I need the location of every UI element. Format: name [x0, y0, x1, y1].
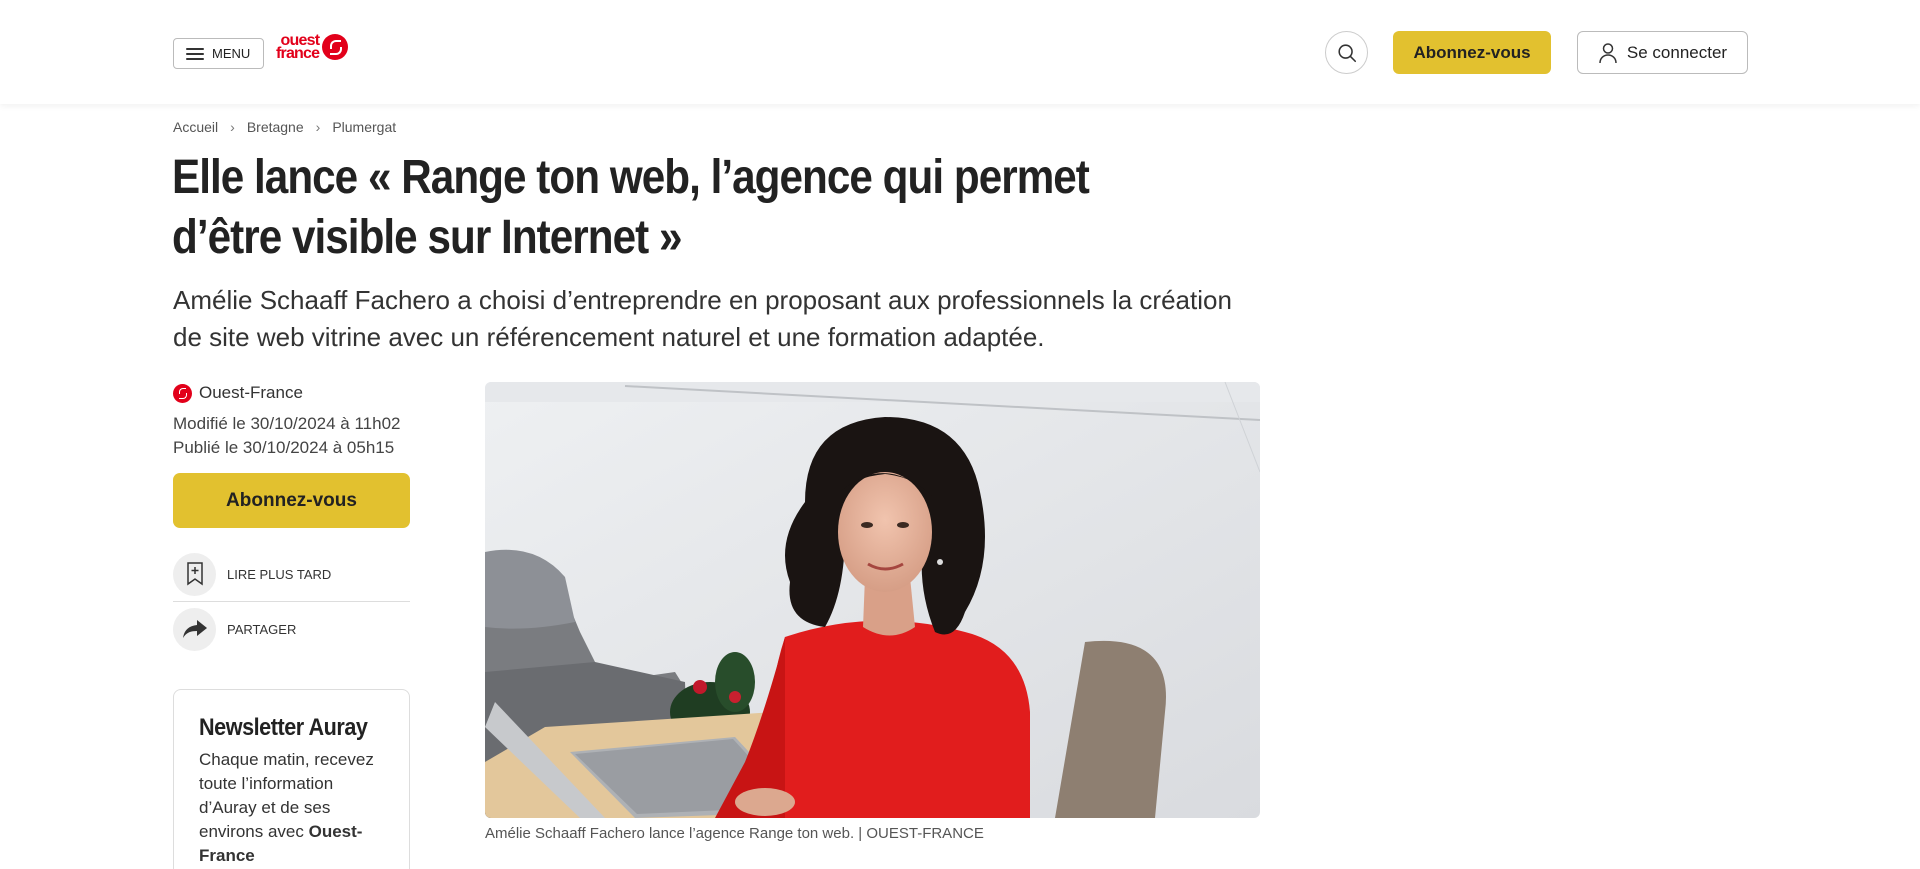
newsletter-card[interactable]: Newsletter Auray Chaque matin, recevez t…	[173, 689, 410, 869]
share-label: PARTAGER	[227, 621, 297, 637]
search-icon	[1337, 43, 1356, 62]
menu-button[interactable]: MENU	[173, 38, 265, 69]
portrait-photo	[485, 382, 1260, 818]
bookmark-add-icon	[186, 562, 203, 586]
image-caption: Amélie Schaaff Fachero lance l’agence Ra…	[485, 825, 984, 842]
source-name: Ouest-France	[199, 383, 303, 402]
newsletter-text: Chaque matin, recevez toute l’informatio…	[199, 750, 374, 865]
site-header: MENU ouest france Abonnez-vous Se connec…	[0, 0, 1920, 104]
ouest-france-icon	[173, 383, 192, 403]
published-date: Publié le 30/10/2024 à 05h15	[173, 438, 395, 457]
login-label: Se connecter	[1626, 42, 1728, 62]
article-lede: Amélie Schaaff Fachero a choisi d’entrep…	[173, 285, 1232, 352]
read-later-button[interactable]: LIRE PLUS TARD	[173, 552, 410, 596]
share-button[interactable]: PARTAGER	[173, 607, 410, 651]
login-button[interactable]: Se connecter	[1577, 31, 1748, 74]
article-image[interactable]	[485, 382, 1260, 818]
subscribe-button-article[interactable]: Abonnez-vous	[173, 473, 410, 528]
breadcrumb: Accueil › Bretagne › Plumergat	[173, 119, 396, 135]
modified-date: Modifié le 30/10/2024 à 11h02	[173, 414, 401, 433]
article-source[interactable]: Ouest-France	[173, 383, 303, 403]
chevron-right-icon: ›	[315, 119, 321, 135]
logo-line-2: france	[276, 45, 320, 62]
breadcrumb-bretagne[interactable]: Bretagne	[247, 119, 304, 135]
breadcrumb-accueil[interactable]: Accueil	[173, 119, 218, 135]
subscribe-button-header[interactable]: Abonnez-vous	[1393, 31, 1551, 74]
article-title: Elle lance « Range ton web, l’agence qui…	[172, 151, 1090, 264]
share-arrow-icon	[182, 620, 207, 638]
ouest-france-logo[interactable]: ouest france	[276, 33, 349, 62]
hamburger-icon	[186, 47, 204, 60]
search-button[interactable]	[1325, 31, 1368, 74]
divider	[173, 601, 410, 602]
read-later-label: LIRE PLUS TARD	[227, 566, 332, 582]
newsletter-title: Newsletter Auray	[199, 714, 368, 741]
user-icon	[1599, 42, 1617, 63]
chevron-right-icon: ›	[230, 119, 235, 135]
menu-label: MENU	[212, 46, 251, 61]
article-dates: Modifié le 30/10/2024 à 11h02 Publié le …	[173, 412, 400, 460]
logo-mark-icon	[322, 34, 349, 60]
breadcrumb-plumergat[interactable]: Plumergat	[332, 119, 396, 135]
